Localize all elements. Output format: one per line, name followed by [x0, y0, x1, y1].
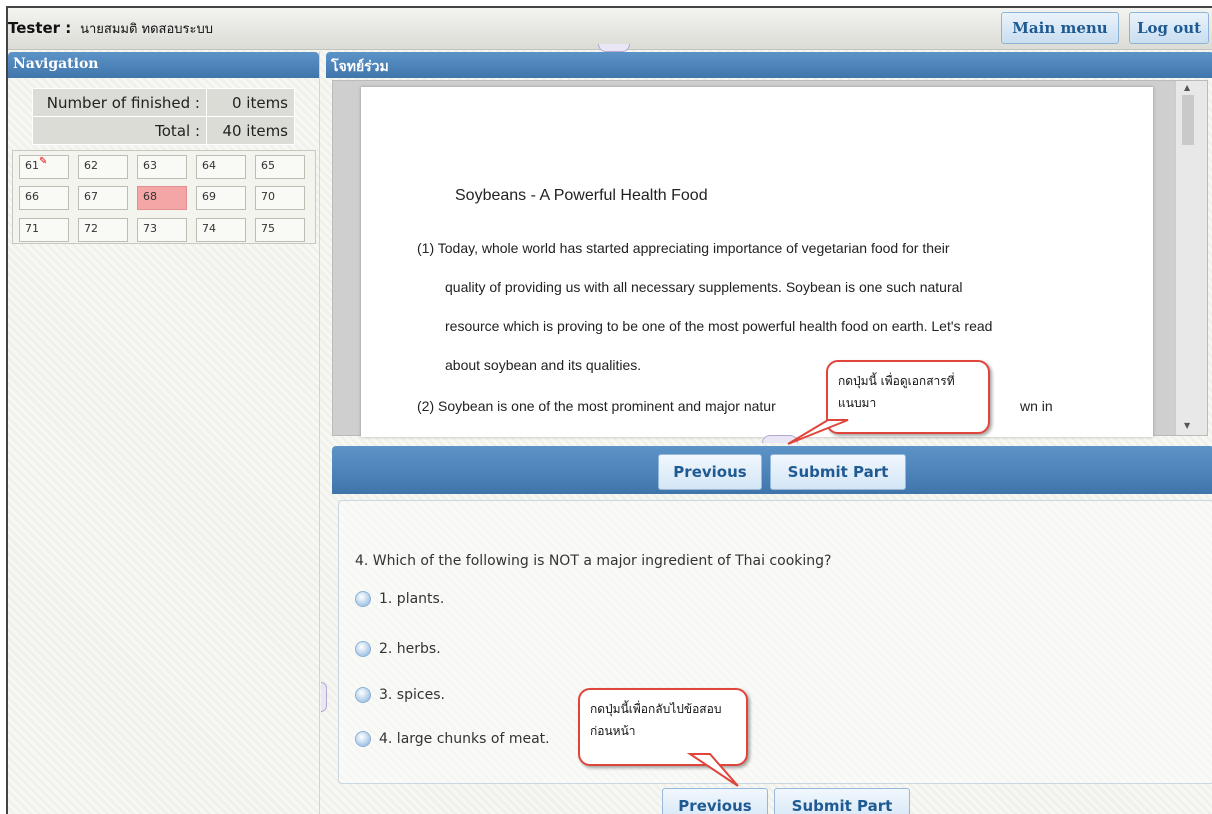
option-2[interactable]: 2. herbs.: [355, 641, 441, 657]
question-cell-74[interactable]: 74: [196, 217, 246, 242]
question-cell-72[interactable]: 72: [78, 217, 128, 242]
question-cell-75[interactable]: 75: [255, 217, 305, 242]
scroll-down-icon[interactable]: ▼: [1184, 421, 1190, 430]
paragraph-line: resource which is proving to be one of t…: [445, 318, 993, 334]
paragraph-line: quality of providing us with all necessa…: [445, 279, 963, 295]
total-label: Total :: [32, 116, 207, 145]
question-number: 62: [84, 159, 98, 172]
main-menu-button[interactable]: Main menu: [1001, 12, 1119, 44]
tester-name: นายสมมติ ทดสอบระบบ: [80, 22, 214, 37]
question-cell-68[interactable]: 68: [137, 186, 187, 211]
total-value: 40 items: [206, 116, 295, 145]
question-grid: 61 ✎ 62 63 64 65 66 67 68 69 70 71 72 73 74 75: [12, 150, 316, 244]
tester-label: Tester :: [8, 19, 72, 37]
question-button-bar: Previous Submit Part: [332, 782, 1212, 814]
paragraph-line: about soybean and its qualities.: [445, 357, 642, 373]
document-page: Soybeans - A Powerful Health Food (1) To…: [361, 87, 1153, 437]
question-number: 63: [143, 159, 157, 172]
callout-line: กดปุ่มนี้ เพื่อดูเอกสารที่: [838, 374, 955, 388]
callout-line: แนบมา: [838, 396, 877, 410]
question-cell-67[interactable]: 67: [78, 186, 128, 211]
question-cell-61[interactable]: 61 ✎: [19, 155, 69, 179]
question-cell-69[interactable]: 69: [196, 186, 246, 211]
question-cell-70[interactable]: 70: [255, 186, 305, 211]
radio-button[interactable]: [355, 591, 371, 607]
document-button-bar: Previous Submit Part: [332, 446, 1212, 494]
callout-pointer: [787, 419, 849, 445]
question-number: 61: [25, 159, 39, 172]
logout-button[interactable]: Log out: [1129, 12, 1209, 44]
option-label: 3. spices.: [379, 687, 445, 703]
main-panel: โจทย์ร่วม Soybeans - A Powerful Health F…: [326, 52, 1212, 814]
scroll-thumb[interactable]: [1182, 95, 1194, 145]
question-number: 71: [25, 221, 39, 235]
option-label: 1. plants.: [379, 591, 445, 607]
finished-label: Number of finished :: [32, 88, 207, 117]
question-number: 64: [202, 159, 216, 172]
question-number: 74: [202, 221, 216, 235]
finished-value: 0 items: [206, 88, 295, 117]
scroll-up-icon[interactable]: ▲: [1184, 83, 1190, 92]
paragraph-line: (1) Today, whole world has started appre…: [417, 240, 950, 256]
question-number: 68: [143, 190, 157, 204]
question-number: 66: [25, 190, 39, 204]
question-text: 4. Which of the following is NOT a major…: [355, 553, 832, 569]
paragraph-line-end: wn in: [1020, 398, 1053, 414]
document-viewer[interactable]: Soybeans - A Powerful Health Food (1) To…: [332, 80, 1208, 437]
paragraph-2: (2) Soybean is one of the most prominent…: [417, 387, 1107, 426]
question-number: 69: [202, 190, 216, 204]
option-3[interactable]: 3. spices.: [355, 687, 445, 703]
previous-button[interactable]: Previous: [658, 454, 762, 490]
question-cell-63[interactable]: 63: [137, 155, 187, 179]
collapse-top-handle[interactable]: [598, 44, 630, 52]
callout-pointer: [686, 753, 739, 787]
submit-part-button-bottom[interactable]: Submit Part: [774, 788, 910, 814]
shared-passage-header: โจทย์ร่วม: [326, 52, 1212, 78]
option-label: 2. herbs.: [379, 641, 441, 657]
option-label: 4. large chunks of meat.: [379, 731, 550, 747]
option-4[interactable]: 4. large chunks of meat.: [355, 731, 550, 747]
question-number: 70: [261, 190, 275, 204]
question-number: 67: [84, 190, 98, 204]
question-number: 75: [261, 221, 275, 235]
question-panel: 4. Which of the following is NOT a major…: [338, 500, 1212, 784]
navigation-panel: Navigation Number of finished : 0 items …: [8, 52, 320, 814]
callout-line: กดปุ่มนี้เพื่อกลับไปข้อสอบ: [590, 702, 722, 716]
option-1[interactable]: 1. plants.: [355, 591, 444, 607]
progress-stats: Number of finished : 0 items Total : 40 …: [32, 88, 295, 145]
document-title: Soybeans - A Powerful Health Food: [455, 187, 708, 204]
radio-button[interactable]: [355, 687, 371, 703]
exam-window: Tester : นายสมมติ ทดสอบระบบ Main menu Lo…: [6, 6, 1212, 814]
tester-info: Tester : นายสมมติ ทดสอบระบบ: [8, 18, 213, 39]
question-cell-66[interactable]: 66: [19, 186, 69, 211]
question-cell-62[interactable]: 62: [78, 155, 128, 179]
question-number: 65: [261, 159, 275, 172]
radio-button[interactable]: [355, 731, 371, 747]
document-scrollbar[interactable]: ▲ ▼: [1175, 81, 1207, 435]
question-number: 72: [84, 221, 98, 235]
navigation-header: Navigation: [8, 52, 319, 78]
callout-line: ก่อนหน้า: [590, 724, 636, 738]
submit-part-button[interactable]: Submit Part: [770, 454, 906, 490]
question-cell-65[interactable]: 65: [255, 155, 305, 179]
question-cell-73[interactable]: 73: [137, 217, 187, 242]
radio-button[interactable]: [355, 641, 371, 657]
question-number: 73: [143, 221, 157, 235]
paragraph-1: (1) Today, whole world has started appre…: [417, 229, 1107, 385]
flag-pin-icon: ✎: [39, 156, 48, 167]
question-cell-64[interactable]: 64: [196, 155, 246, 179]
question-cell-71[interactable]: 71: [19, 217, 69, 242]
paragraph-line: (2) Soybean is one of the most prominent…: [417, 398, 776, 414]
